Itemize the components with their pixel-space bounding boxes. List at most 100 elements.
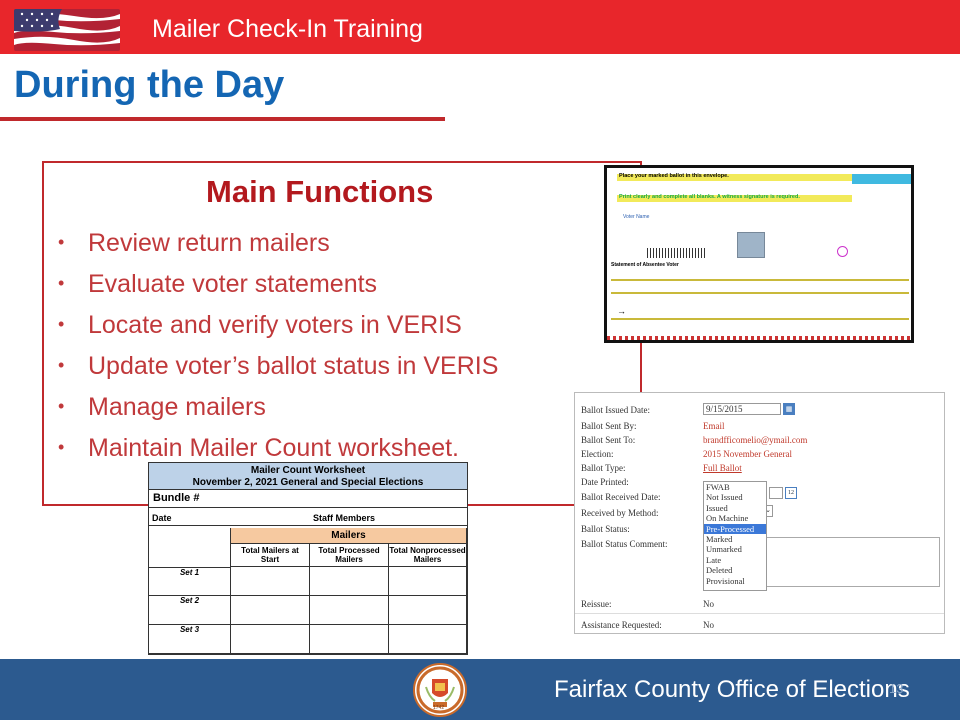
bullet-text: Manage mailers: [88, 393, 266, 421]
bullet-text: Locate and verify voters in VERIS: [88, 311, 462, 339]
slide-number: 13: [889, 681, 904, 696]
worksheet-grid: Mailers Total Mailers at Start Total Pro…: [149, 528, 467, 655]
election-value: 2015 November General: [703, 449, 792, 459]
worksheet-bundle: Bundle #: [149, 490, 467, 508]
status-option[interactable]: FWAB: [704, 482, 766, 492]
status-option[interactable]: Unmarked: [704, 544, 766, 554]
field-label: Ballot Status:: [581, 524, 630, 534]
envelope-line2: Print clearly and complete all blanks. A…: [619, 194, 800, 200]
field-label: Reissue:: [581, 599, 612, 609]
worksheet-cell: [231, 596, 310, 625]
footer-org-name: Fairfax County Office of Elections: [554, 676, 910, 703]
main-functions-box: Main Functions • Review return mailers • E…: [42, 161, 642, 506]
us-flag-icon: [14, 9, 120, 51]
status-option[interactable]: Provisional: [704, 576, 766, 586]
field-label: Ballot Issued Date:: [581, 405, 650, 415]
field-label: Assistance Requested:: [581, 620, 662, 630]
status-option[interactable]: Deleted: [704, 565, 766, 575]
field-label: Ballot Type:: [581, 463, 626, 473]
bullet-icon: •: [58, 437, 65, 457]
envelope-line1: Place your marked ballot in this envelop…: [619, 173, 729, 179]
envelope-border: [607, 336, 911, 340]
worksheet-subtitle: November 2, 2021 General and Special Ele…: [192, 477, 424, 488]
list-item: • Manage mailers: [58, 393, 498, 434]
field-label: Date Printed:: [581, 477, 629, 487]
training-title: Mailer Check-In Training: [152, 15, 423, 43]
worksheet-date-row: Date Staff Members: [149, 508, 467, 526]
field-label: Received by Method:: [581, 508, 659, 518]
heading-divider: [0, 117, 445, 121]
worksheet-col-header: Total Nonprocessed Mailers: [389, 544, 467, 567]
worksheet-cell: [310, 567, 389, 596]
worksheet-cell: [389, 596, 467, 625]
page-heading: During the Day: [14, 64, 285, 106]
list-item: • Evaluate voter statements: [58, 270, 498, 311]
worksheet-date-label: Date: [152, 513, 172, 523]
seal-year: 1742: [433, 705, 445, 711]
worksheet-col-header: Total Mailers at Start: [231, 544, 310, 567]
mailer-count-worksheet: Mailer Count Worksheet November 2, 2021 …: [148, 462, 468, 655]
status-option[interactable]: Issued: [704, 503, 766, 513]
worksheet-row-label: Set 3: [149, 625, 231, 654]
field-label: Election:: [581, 449, 614, 459]
bullet-icon: •: [58, 314, 65, 334]
worksheet-col-header: Total Processed Mailers: [310, 544, 389, 567]
return-envelope-image: Place your marked ballot in this envelop…: [604, 165, 914, 343]
status-option[interactable]: On Machine: [704, 513, 766, 523]
bullet-icon: •: [58, 396, 65, 416]
worksheet-staff-label: Staff Members: [313, 513, 376, 523]
plus-circle-icon: [837, 246, 848, 257]
form-divider: [575, 613, 944, 614]
worksheet-row-label: Set 2: [149, 596, 231, 625]
calendar-icon[interactable]: 12: [785, 487, 797, 499]
bullet-icon: •: [58, 232, 65, 252]
envelope-stamp-area: [852, 174, 911, 184]
set-label: Set 1: [179, 568, 200, 577]
envelope-statement: Statement of Absentee Voter: [611, 262, 679, 268]
worksheet-corner: [149, 528, 231, 567]
ballot-type-link[interactable]: Full Ballot: [703, 463, 742, 473]
set-label: Set 3: [179, 625, 200, 634]
reissue-value: No: [703, 599, 714, 609]
bullet-text: Review return mailers: [88, 229, 330, 257]
ballot-sent-by-value: Email: [703, 421, 725, 431]
list-item: • Review return mailers: [58, 229, 498, 270]
worksheet-mailers-header: Mailers: [231, 528, 467, 544]
list-item: • Locate and verify voters in VERIS: [58, 311, 498, 352]
barcode-icon: [647, 248, 707, 258]
status-option[interactable]: Marked: [704, 534, 766, 544]
received-date-input[interactable]: [769, 487, 783, 499]
worksheet-cell: [389, 567, 467, 596]
worksheet-cell: [310, 596, 389, 625]
status-option[interactable]: Late: [704, 555, 766, 565]
field-label: Ballot Sent By:: [581, 421, 637, 431]
status-option-selected[interactable]: Pre-Processed: [704, 523, 766, 534]
list-item: • Update voter’s ballot status in VERIS: [58, 352, 498, 393]
bullet-icon: •: [58, 273, 65, 293]
envelope-voter-name: Voter Name: [623, 214, 650, 220]
worksheet-cell: [231, 625, 310, 654]
arrow-right-icon: →: [617, 306, 626, 316]
envelope-window: [737, 232, 765, 258]
field-label: Ballot Status Comment:: [581, 539, 668, 549]
calendar-icon[interactable]: ▦: [783, 403, 795, 415]
worksheet-cell: [389, 625, 467, 654]
worksheet-cell: [231, 567, 310, 596]
main-functions-title: Main Functions: [206, 174, 434, 209]
ballot-issued-date-input[interactable]: 9/15/2015: [703, 403, 781, 415]
field-label: Ballot Sent To:: [581, 435, 636, 445]
veris-ballot-form: Ballot Issued Date: 9/15/2015 ▦ Ballot S…: [574, 392, 945, 634]
bullet-text: Evaluate voter statements: [88, 270, 378, 298]
header-bar: Mailer Check-In Training: [0, 0, 960, 54]
ballot-status-dropdown[interactable]: FWAB Not Issued Issued On Machine Pre-Pr…: [703, 481, 767, 591]
bullet-icon: •: [58, 355, 65, 375]
field-label: Ballot Received Date:: [581, 492, 661, 502]
assistance-value: No: [703, 620, 714, 630]
status-option[interactable]: Not Issued: [704, 492, 766, 502]
bullet-text: Update voter’s ballot status in VERIS: [88, 352, 499, 380]
bullet-text: Maintain Mailer Count worksheet.: [88, 434, 459, 462]
main-functions-list: • Review return mailers • Evaluate voter s…: [58, 229, 498, 475]
ballot-sent-to-value: brandfficomelio@ymail.com: [703, 435, 808, 445]
worksheet-title: Mailer Count Worksheet: [250, 465, 366, 476]
worksheet-cell: [310, 625, 389, 654]
